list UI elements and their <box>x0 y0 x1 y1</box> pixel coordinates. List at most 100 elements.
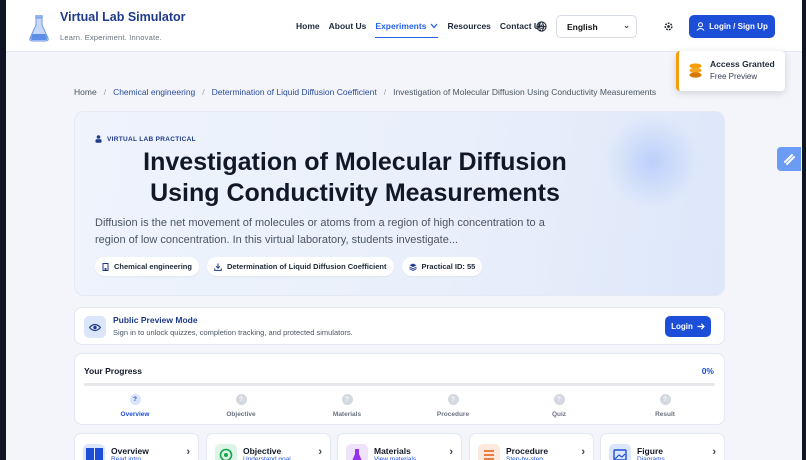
breadcrumb: Home / Chemical engineering / Determinat… <box>74 87 656 97</box>
window-frame-right <box>802 0 806 460</box>
brand[interactable]: Virtual Lab Simulator Learn. Experiment.… <box>28 10 186 42</box>
preview-login-label: Login <box>671 322 693 331</box>
hero-tag: VIRTUAL LAB PRACTICAL <box>95 135 196 143</box>
eye-icon <box>84 316 106 338</box>
window-frame-left <box>0 0 6 460</box>
chevron-right-icon: › <box>449 446 453 458</box>
chevron-right-icon: › <box>581 446 585 458</box>
hero-tag-label: VIRTUAL LAB PRACTICAL <box>107 135 196 143</box>
section-cards: Overview Read intro › Objective Understand g… <box>74 433 725 460</box>
section-card-objective[interactable]: Objective Understand goal › <box>206 433 331 460</box>
login-signup-button[interactable]: Login / Sign Up <box>689 15 775 38</box>
main-nav: Home About Us Experiments Resources Cont… <box>296 21 554 38</box>
progress-card: Your Progress 0% ? Overview? Objective? Mat… <box>74 353 725 425</box>
card-title: Objective <box>243 446 282 456</box>
progress-step-objective[interactable]: ? Objective <box>211 394 271 418</box>
card-title: Overview <box>111 446 149 456</box>
list-icon <box>478 444 500 460</box>
nav-item-home[interactable]: Home <box>296 21 320 38</box>
language-select[interactable]: English ⌄ <box>556 15 637 38</box>
chip-practical-id: Practical ID: 55 <box>401 257 483 276</box>
step-indicator: ? <box>341 394 353 405</box>
step-indicator: ? <box>659 394 671 405</box>
chip-topic-label: Determination of Liquid Diffusion Coeffi… <box>226 262 387 271</box>
user-badge-icon <box>95 135 102 143</box>
hero-card: VIRTUAL LAB PRACTICAL Investigation of M… <box>74 111 725 296</box>
brand-tagline: Learn. Experiment. Innovate. <box>60 33 162 42</box>
nav-item-experiments[interactable]: Experiments <box>375 21 439 38</box>
page-title: Investigation of Molecular Diffusion Usi… <box>143 148 567 207</box>
target-icon <box>215 444 237 460</box>
progress-step-result[interactable]: ? Result <box>635 394 695 418</box>
toast-title: Access Granted <box>710 59 775 69</box>
card-title: Figure <box>637 446 663 456</box>
user-icon <box>696 22 705 31</box>
card-subtitle: View materials <box>374 456 417 460</box>
progress-step-materials[interactable]: ? Materials <box>317 394 377 418</box>
chevron-right-icon: › <box>186 446 190 458</box>
breadcrumb-separator: / <box>103 87 107 97</box>
preview-login-button[interactable]: Login <box>665 316 711 337</box>
layers-icon <box>783 153 795 165</box>
nav-item-resources[interactable]: Resources <box>447 21 490 38</box>
section-card-figure[interactable]: Figure Diagrams › <box>600 433 725 460</box>
toast-subtitle: Free Preview <box>710 72 758 81</box>
card-subtitle: Read intro <box>111 456 141 460</box>
flask-logo-icon <box>29 15 49 42</box>
gear-icon[interactable] <box>663 21 674 32</box>
side-widget-button[interactable] <box>777 147 801 171</box>
step-indicator: ? <box>447 394 459 405</box>
preview-subtitle: Sign in to unlock quizzes, completion tr… <box>113 328 353 337</box>
access-toast: Access Granted Free Preview <box>676 51 785 91</box>
arrow-right-icon <box>697 323 705 330</box>
decorative-glow <box>605 114 700 209</box>
breadcrumb-separator: / <box>202 87 205 97</box>
breadcrumb-home[interactable]: Home <box>74 87 97 97</box>
nav-item-experiments-label: Experiments <box>375 21 427 31</box>
globe-icon[interactable] <box>536 21 547 32</box>
card-subtitle: Step-by-step <box>506 456 543 460</box>
card-subtitle: Understand goal <box>243 456 291 460</box>
step-label: Overview <box>120 411 150 418</box>
card-subtitle: Diagrams <box>637 456 665 460</box>
card-title: Materials <box>374 446 411 456</box>
chip-category[interactable]: Chemical engineering <box>95 257 199 276</box>
chip-category-label: Chemical engineering <box>114 262 192 271</box>
progress-steps: ? Overview? Objective ? Materials? Procedure?… <box>75 394 726 424</box>
top-header: Virtual Lab Simulator Learn. Experiment.… <box>6 0 802 52</box>
brand-name: Virtual Lab Simulator <box>60 10 186 24</box>
layers-icon <box>408 263 417 271</box>
step-indicator: ? <box>235 394 247 405</box>
chip-topic[interactable]: Determination of Liquid Diffusion Coeffi… <box>206 257 394 276</box>
building-icon <box>102 262 109 271</box>
coins-icon <box>689 63 702 78</box>
progress-step-procedure[interactable]: ? Procedure <box>423 394 483 418</box>
chevron-down-icon: ⌄ <box>623 21 630 30</box>
preview-title: Public Preview Mode <box>113 315 198 325</box>
hero-chips: Chemical engineering Determination of Li… <box>95 257 490 276</box>
nav-item-about[interactable]: About Us <box>329 21 367 38</box>
step-label: Objective <box>226 411 256 418</box>
image-icon <box>609 444 631 460</box>
book-icon <box>83 444 105 460</box>
section-card-materials[interactable]: Materials View materials › <box>337 433 462 460</box>
breadcrumb-current: Investigation of Molecular Diffusion Usi… <box>393 87 657 97</box>
chevron-down-icon <box>430 23 438 29</box>
step-indicator: ? <box>129 394 141 405</box>
breadcrumb-category[interactable]: Chemical engineering <box>113 87 195 97</box>
breadcrumb-topic[interactable]: Determination of Liquid Diffusion Coeffi… <box>212 87 377 97</box>
section-card-procedure[interactable]: Procedure Step-by-step › <box>469 433 594 460</box>
download-icon <box>214 263 222 271</box>
section-card-overview[interactable]: Overview Read intro › <box>74 433 199 460</box>
step-indicator: ? <box>553 394 565 405</box>
progress-percent: 0% <box>701 366 714 376</box>
progress-step-overview[interactable]: ? Overview <box>105 394 165 418</box>
progress-step-quiz[interactable]: ? Quiz <box>529 394 589 418</box>
login-signup-label: Login / Sign Up <box>709 22 768 31</box>
step-label: Procedure <box>436 411 470 418</box>
chevron-right-icon: › <box>712 446 716 458</box>
hero-description: Diffusion is the net movement of molecul… <box>95 217 545 246</box>
flask-icon <box>346 444 368 460</box>
language-value: English <box>567 22 598 32</box>
step-label: Result <box>655 411 675 418</box>
